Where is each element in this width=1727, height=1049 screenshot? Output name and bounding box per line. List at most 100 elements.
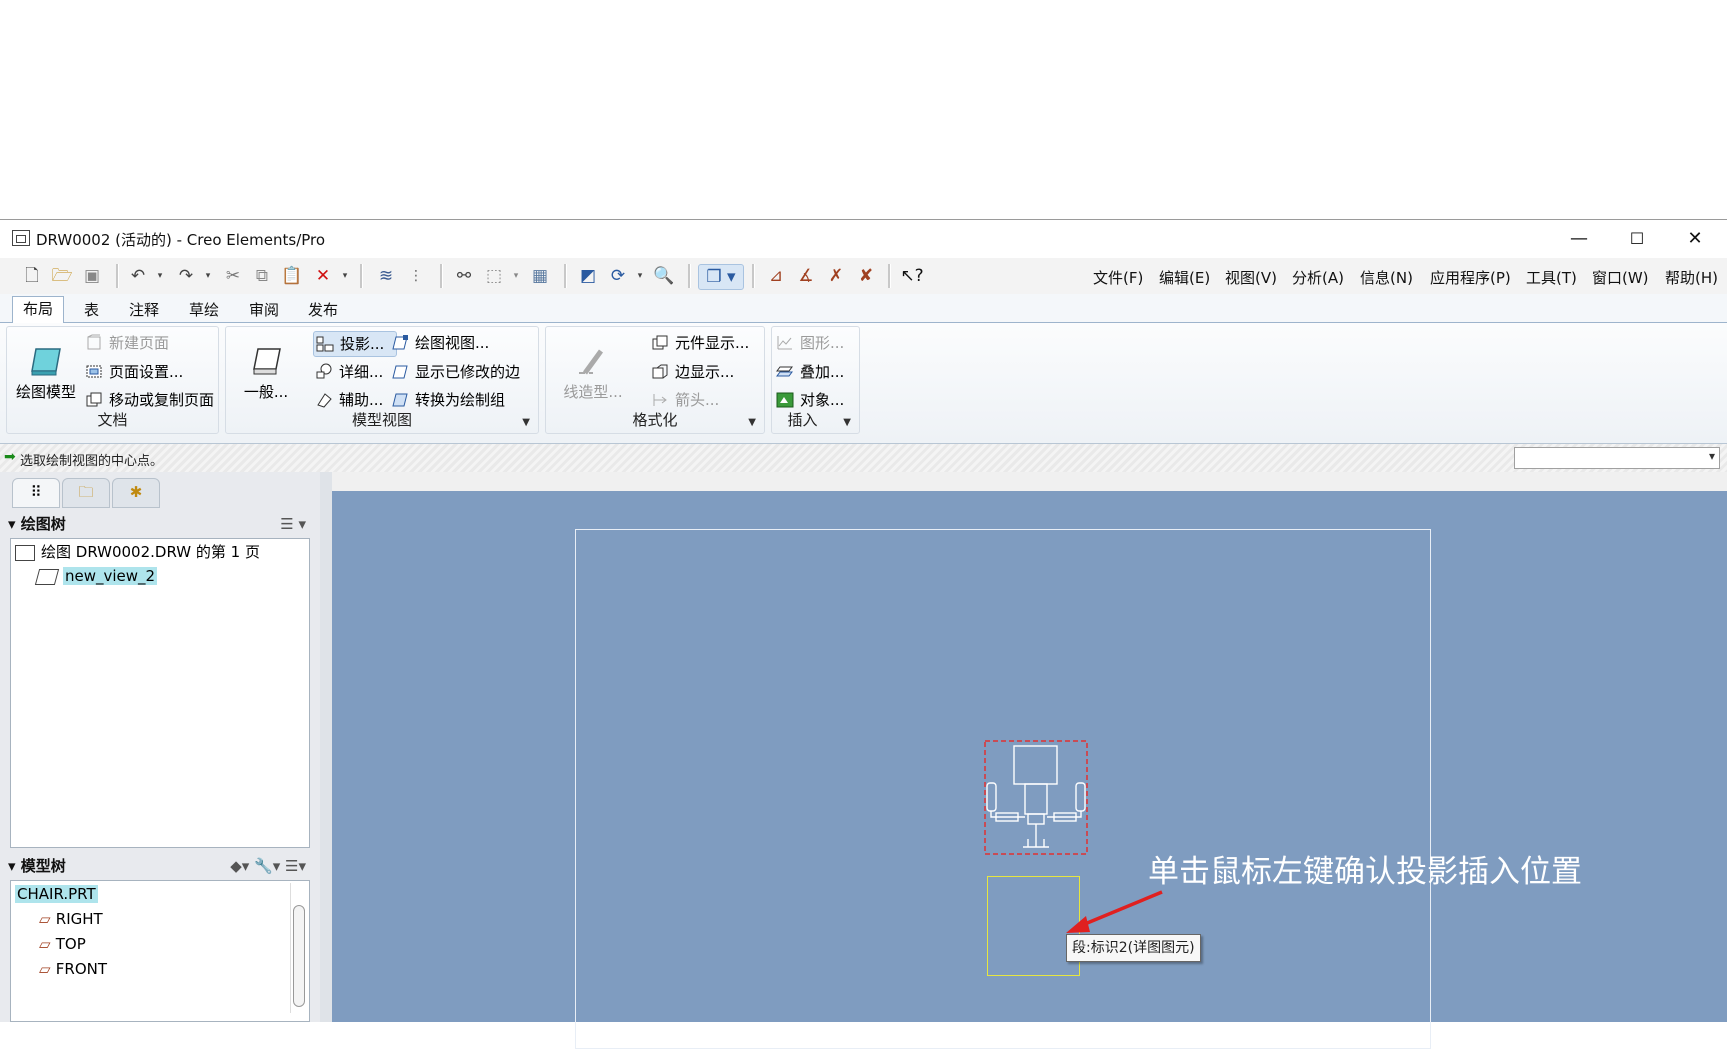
detailed-view-button[interactable]: 详细... (313, 360, 383, 384)
edge-display-button[interactable]: 边显示... (649, 360, 734, 384)
select-box-icon[interactable]: ⬚ (482, 264, 506, 288)
tab-layout[interactable]: 布局 (12, 296, 65, 324)
model-tree-root[interactable]: CHAIR.PRT (15, 883, 98, 905)
group-insert-expand-icon[interactable]: ▼ (843, 417, 851, 428)
delete-dropdown-icon[interactable]: ▾ (333, 264, 357, 288)
tab-annotate[interactable]: 注释 (119, 298, 169, 322)
menu-tools[interactable]: 工具(T) (1526, 267, 1577, 288)
erase-icon[interactable]: ✗ (824, 264, 848, 288)
auxiliary-view-label: 辅助... (339, 391, 384, 409)
app-window: DRW0002 (活动的) - Creo Elements/Pro — ☐ ✕ … (0, 219, 1727, 1049)
menu-help[interactable]: 帮助(H) (1665, 267, 1718, 288)
model-tree-scrollbar[interactable] (290, 883, 305, 1013)
zoom-icon[interactable]: 🔍 (652, 264, 676, 288)
menu-edit[interactable]: 编辑(E) (1159, 267, 1210, 288)
tab-table[interactable]: 表 (74, 298, 109, 322)
graphics-window[interactable]: 单击鼠标左键确认投影插入位置 段:标识2(详图图元) (332, 491, 1727, 1049)
minimize-button[interactable]: — (1550, 220, 1608, 258)
selection-filter-dropdown[interactable] (1514, 447, 1720, 469)
tree-tab-icon[interactable]: ⠿ (12, 478, 60, 508)
copy-icon[interactable]: ⧉ (250, 264, 274, 288)
tab-publish[interactable]: 发布 (298, 298, 348, 322)
panel-splitter[interactable] (320, 472, 332, 1022)
select-dropdown-icon[interactable]: ▾ (504, 264, 528, 288)
group-format: 线造型... 元件显示... 边显示... 箭头... 格式化 ▼ (545, 326, 765, 434)
datum-plane-front[interactable]: ▱ FRONT (39, 958, 107, 980)
favorites-tab-icon[interactable]: ✱ (112, 478, 160, 508)
navigator-panel: ⠿ 🗀 ✱ ▾ 绘图树 ☰ ▾ 绘图 DRW0002.DRW 的第 1 页 ne… (0, 472, 330, 1022)
undo-dropdown-icon[interactable]: ▾ (148, 264, 172, 288)
new-page-button[interactable]: 新建页面 (83, 331, 169, 355)
redo-dropdown-icon[interactable]: ▾ (196, 264, 220, 288)
existing-view-new_view_2[interactable] (983, 739, 1089, 857)
overlay-button[interactable]: 叠加... (774, 360, 844, 384)
note-icon[interactable]: ∡ (794, 264, 818, 288)
find-icon[interactable]: ⚯ (452, 264, 476, 288)
auxiliary-view-icon (315, 391, 333, 408)
tree-settings-icon[interactable]: ☰ ▾ (280, 510, 306, 538)
display-style-icon[interactable]: ❐ ▾ (698, 264, 744, 290)
redraw-icon[interactable]: ◩ (576, 264, 600, 288)
graph-icon (776, 334, 794, 351)
save-icon[interactable]: ▣ (80, 264, 104, 288)
object-label: 对象... (800, 391, 845, 409)
datum-plane-top[interactable]: ▱ TOP (39, 933, 86, 955)
menu-analysis[interactable]: 分析(A) (1292, 267, 1344, 288)
maximize-button[interactable]: ☐ (1608, 220, 1666, 258)
main-toolbar: 🗋 🗁 ▣ ↶ ▾ ↷ ▾ ✂ ⧉ 📋 ✕ ▾ ≋ ⋮ ⚯ ⬚ ▾ ▦ ◩ ⟳ … (0, 258, 1727, 295)
model-tree-icon[interactable]: ⋮ (404, 264, 428, 288)
new-icon[interactable]: 🗋 (20, 264, 44, 288)
tab-sketch[interactable]: 草绘 (179, 298, 229, 322)
tree-item-view[interactable]: new_view_2 (34, 565, 158, 587)
paste-icon[interactable]: 📋 (280, 264, 304, 288)
line-style-button[interactable]: 线造型... (558, 345, 628, 402)
delete-all-icon[interactable]: ✘ (854, 264, 878, 288)
projection-button[interactable]: 投影... (313, 331, 397, 357)
menu-file[interactable]: 文件(F) (1093, 267, 1143, 288)
cut-icon[interactable]: ✂ (221, 264, 245, 288)
datum-plane-right[interactable]: ▱ RIGHT (39, 908, 103, 930)
model-tree-header[interactable]: ▾ 模型树 ◆▾ 🔧▾ ☰▾ (8, 852, 310, 880)
title-bar: DRW0002 (活动的) - Creo Elements/Pro — ☐ ✕ (0, 220, 1727, 258)
show-modified-edges-label: 显示已修改的边 (415, 363, 521, 381)
drawing-view-button[interactable]: 绘图视图... (389, 331, 489, 355)
line-style-icon (575, 345, 611, 377)
tree-root-label: 绘图 DRW0002.DRW 的第 1 页 (41, 543, 260, 561)
model-tree: CHAIR.PRT ▱ RIGHT ▱ TOP ▱ FRONT (10, 880, 310, 1022)
tree-root-item[interactable]: 绘图 DRW0002.DRW 的第 1 页 (15, 541, 260, 563)
whats-this-icon[interactable]: ↖? (900, 264, 924, 288)
component-display-button[interactable]: 元件显示... (649, 331, 749, 355)
dimension-icon[interactable]: ⊿ (764, 264, 788, 288)
object-icon (776, 391, 794, 408)
show-modified-edges-icon (391, 363, 409, 380)
tab-review[interactable]: 审阅 (239, 298, 289, 322)
draw-model-button[interactable]: 绘图模型 (11, 345, 81, 402)
folder-browser-tab-icon[interactable]: 🗀 (62, 478, 110, 508)
menu-window[interactable]: 窗口(W) (1592, 267, 1649, 288)
layer-icon[interactable]: ≋ (374, 264, 398, 288)
selection-tooltip: 段:标识2(详图图元) (1066, 934, 1201, 962)
general-view-button[interactable]: 一般... (238, 345, 294, 402)
graph-label: 图形... (800, 334, 845, 352)
page-setup-button[interactable]: 页面设置... (83, 360, 183, 384)
properties-icon[interactable]: ▦ (528, 264, 552, 288)
edge-display-icon (651, 363, 669, 380)
menu-applications[interactable]: 应用程序(P) (1430, 267, 1511, 288)
graph-button[interactable]: 图形... (774, 331, 844, 355)
menu-info[interactable]: 信息(N) (1360, 267, 1413, 288)
group-document: 绘图模型 新建页面 页面设置... 移动或复制页面 文档 (6, 326, 219, 434)
navigator-tabs: ⠿ 🗀 ✱ (8, 478, 328, 508)
delete-icon[interactable]: ✕ (311, 264, 335, 288)
group-format-expand-icon[interactable]: ▼ (748, 417, 756, 428)
drawing-tree-header[interactable]: ▾ 绘图树 ☰ ▾ (8, 510, 310, 538)
model-tree-tools-icon[interactable]: ◆▾ 🔧▾ ☰▾ (230, 852, 306, 880)
close-button[interactable]: ✕ (1666, 220, 1724, 258)
open-icon[interactable]: 🗁 (50, 264, 74, 288)
regenerate-dropdown-icon[interactable]: ▾ (628, 264, 652, 288)
menu-view[interactable]: 视图(V) (1225, 267, 1277, 288)
redo-icon[interactable]: ↷ (174, 264, 198, 288)
undo-icon[interactable]: ↶ (126, 264, 150, 288)
show-modified-edges-button[interactable]: 显示已修改的边 (389, 360, 520, 384)
group-model-views-expand-icon[interactable]: ▼ (522, 417, 530, 428)
regenerate-icon[interactable]: ⟳ (606, 264, 630, 288)
